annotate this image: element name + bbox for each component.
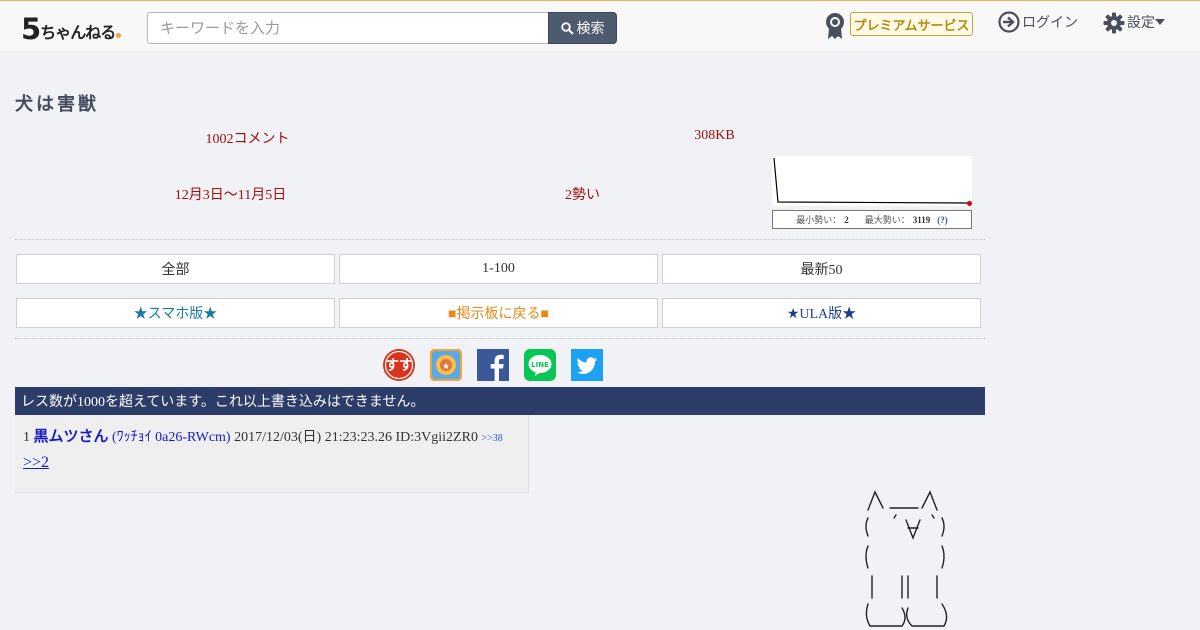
post-date: 2017/12/03(日) 21:23:23.26 [234, 430, 392, 445]
comment-count: 1002コメント [205, 132, 290, 147]
svg-text:★: ★ [442, 362, 450, 372]
nav-ula-button[interactable]: ★ULA版★ [662, 298, 981, 328]
premium-badge-icon[interactable] [824, 12, 846, 40]
post-author-name: 黒ムツさん [33, 429, 109, 445]
ascii-cat-art [865, 490, 948, 627]
svg-text:LINE: LINE [531, 361, 549, 369]
login-link[interactable]: ログイン [1022, 12, 1078, 32]
nav-all-button[interactable]: 全部 [16, 254, 335, 284]
divider [15, 239, 985, 240]
nav-latest50-button[interactable]: 最新50 [662, 254, 981, 284]
twitter-icon[interactable] [571, 349, 603, 381]
post-number[interactable]: 1 [23, 430, 30, 445]
momentum-graph-marker [967, 201, 972, 206]
logo-five: 5 [21, 12, 41, 46]
premium-service-button[interactable]: プレミアムサービス [850, 12, 973, 36]
thread-title: 犬は害獣 [15, 94, 99, 115]
search-button-label: 検索 [576, 21, 605, 37]
nav-back-to-board-button[interactable]: ■掲示板に戻る■ [339, 298, 658, 328]
date-range: 12月3日〜11月5日 [174, 188, 287, 203]
facebook-icon[interactable] [477, 349, 509, 381]
post: 1 黒ムツさん (ﾜｯﾁｮｲ 0a26-RWcm) 2017/12/03(日) … [15, 415, 529, 493]
post-body-anchor-link[interactable]: >>2 [23, 454, 49, 472]
nav-smartphone-button[interactable]: ★スマホ版★ [16, 298, 335, 328]
min-momentum-label: 最小勢い： [796, 215, 842, 225]
nav-1-100-button[interactable]: 1-100 [339, 254, 658, 284]
line-icon[interactable]: LINE [524, 349, 556, 381]
divider [15, 338, 985, 339]
chevron-down-icon[interactable] [1155, 19, 1165, 25]
susu-icon[interactable]: すす [383, 349, 415, 381]
momentum: 2勢い [565, 188, 600, 203]
momentum-graph-legend: 最小勢い： 2 最大勢い： 3119 (?) [772, 210, 972, 229]
logo-kana: ちゃんねる [40, 23, 116, 42]
logo-dot [116, 33, 122, 38]
top-bar: 5 ちゃんねる 検索 プレミアムサービス ログイン [0, 0, 1200, 51]
thread-closed-notice: レス数が1000を超えています。これ以上書き込みはできません。 [15, 387, 985, 415]
momentum-graph-line [773, 157, 971, 204]
momentum-graph [772, 156, 972, 206]
hatena-bookmark-icon[interactable]: ★ [430, 349, 462, 381]
post-id[interactable]: ID:3Vgii2ZR0 [396, 430, 478, 445]
max-momentum-value: 3119 [912, 214, 931, 225]
min-momentum-value: 2 [844, 214, 849, 225]
post-header: 1 黒ムツさん (ﾜｯﾁｮｲ 0a26-RWcm) 2017/12/03(日) … [23, 425, 503, 446]
settings-link[interactable]: 設定 [1127, 12, 1155, 32]
thread-size: 308KB [694, 128, 735, 143]
site-logo[interactable]: 5 ちゃんねる [21, 10, 122, 46]
search-button[interactable]: 検索 [548, 12, 617, 44]
login-icon[interactable] [998, 11, 1020, 33]
post-author-trip: (ﾜｯﾁｮｲ 0a26-RWcm) [112, 430, 231, 445]
gear-icon[interactable] [1103, 12, 1125, 34]
momentum-help-link[interactable]: (?) [937, 215, 948, 225]
svg-text:すす: すす [385, 358, 413, 374]
search-icon [560, 21, 574, 35]
search-input[interactable] [147, 12, 549, 44]
post-reply-ref-link[interactable]: >>38 [481, 433, 502, 444]
max-momentum-label: 最大勢い： [864, 215, 910, 225]
